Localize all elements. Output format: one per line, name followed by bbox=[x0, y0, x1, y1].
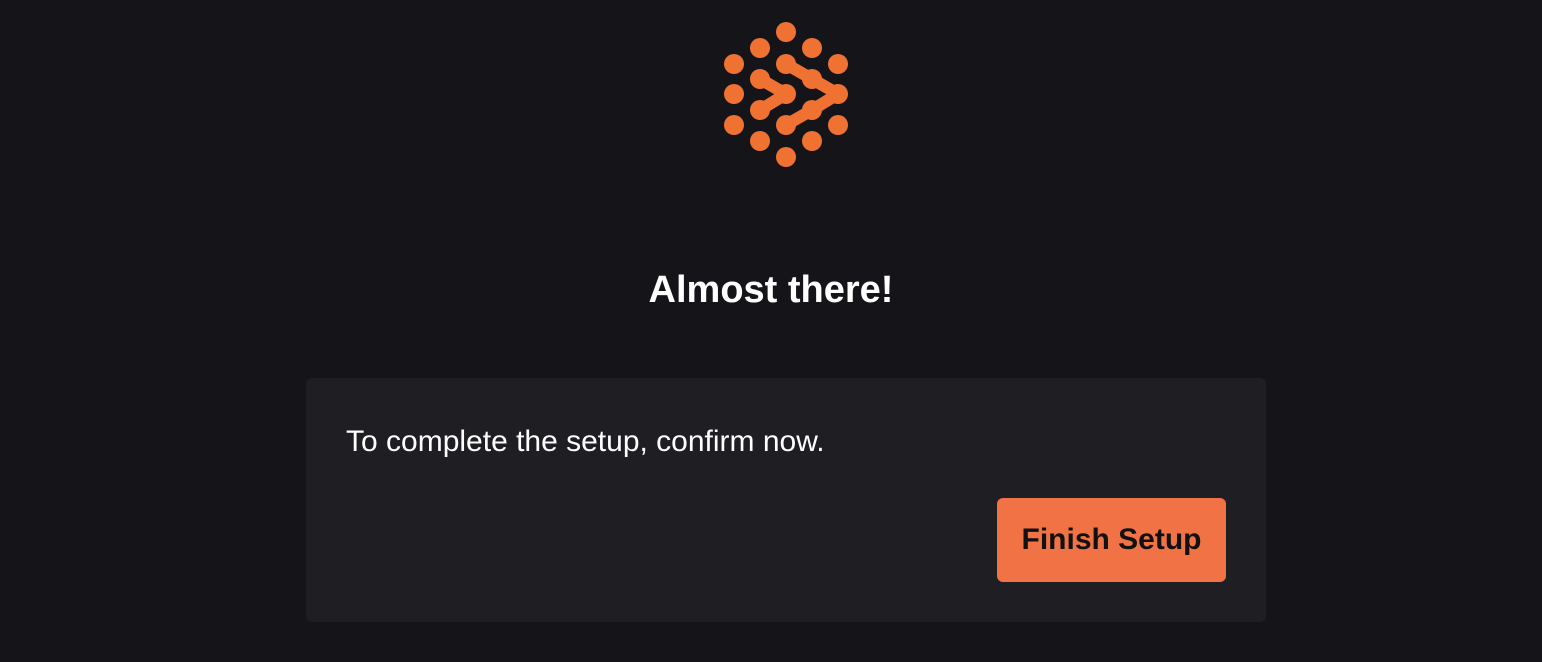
finish-setup-button[interactable]: Finish Setup bbox=[997, 498, 1226, 582]
page-title: Almost there! bbox=[648, 269, 894, 311]
confirm-card: To complete the setup, confirm now. Fini… bbox=[306, 378, 1266, 622]
setup-page: Almost there! To complete the setup, con… bbox=[0, 0, 1542, 662]
confirm-message: To complete the setup, confirm now. bbox=[346, 425, 825, 458]
dots-logo-icon bbox=[724, 22, 848, 167]
